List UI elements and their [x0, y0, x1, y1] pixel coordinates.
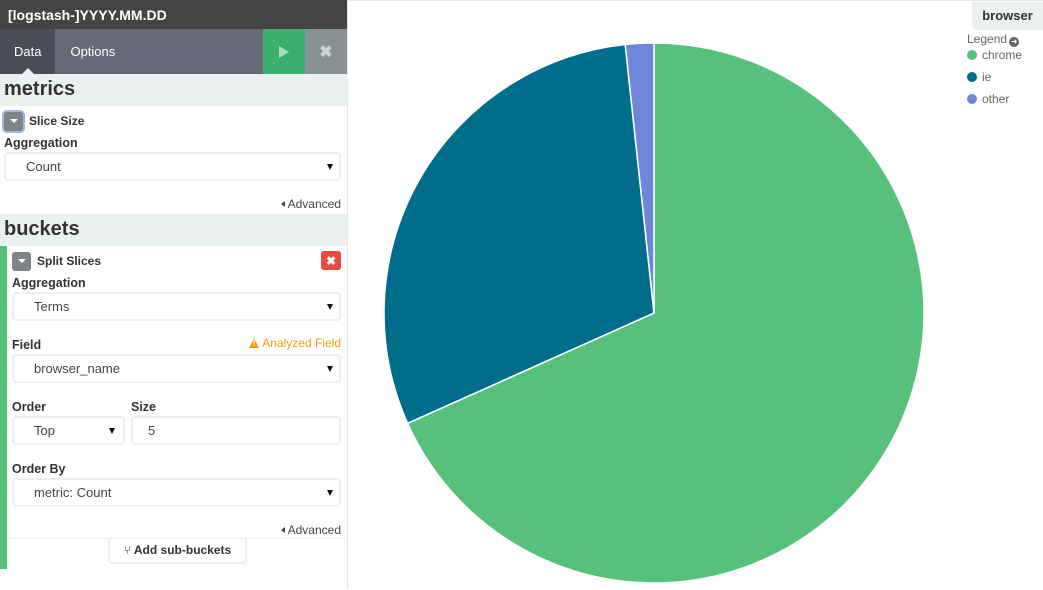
- bucket-advanced-label: Advanced: [287, 523, 341, 537]
- metric-aggregation-select[interactable]: Count: [4, 152, 341, 181]
- legend-dot-icon: [967, 72, 977, 82]
- legend-item-other[interactable]: other: [967, 91, 1022, 113]
- metric-advanced-label: Advanced: [287, 197, 341, 211]
- analyzed-field-warning: Analyzed Field: [249, 336, 341, 350]
- size-label: Size: [131, 400, 157, 414]
- bucket-advanced-toggle[interactable]: Advanced: [12, 521, 341, 539]
- field-value: browser_name: [34, 361, 120, 376]
- legend-title: Legend: [967, 32, 1008, 46]
- branch-icon: ⑂: [123, 543, 131, 557]
- bucket-aggregation-select[interactable]: Terms: [12, 292, 341, 321]
- bucket-aggregation-value: Terms: [34, 299, 70, 314]
- order-by-select[interactable]: metric: Count: [12, 478, 341, 507]
- legend-toggle[interactable]: Legend ➜: [967, 31, 1022, 47]
- editor-tabs: Data Options ✖: [0, 29, 347, 74]
- caret-left-icon: [280, 527, 285, 533]
- index-pattern-title: [logstash-]YYYY.MM.DD: [0, 0, 347, 29]
- metric-aggregation-value: Count: [26, 159, 61, 174]
- order-label: Order: [12, 400, 47, 414]
- dropdown-arrow-icon: [327, 304, 333, 310]
- play-icon: [279, 45, 289, 58]
- legend-label: other: [982, 92, 1010, 106]
- caret-left-icon: [280, 201, 285, 207]
- order-value: Top: [34, 423, 55, 438]
- tab-data[interactable]: Data: [0, 29, 56, 74]
- close-icon: ✖: [325, 253, 337, 268]
- metrics-heading: metrics: [0, 74, 347, 106]
- apply-changes-button[interactable]: [263, 29, 305, 74]
- add-sub-buckets-button[interactable]: ⑂ Add sub-buckets: [108, 539, 247, 564]
- bucket-agg-title: Split Slices: [37, 254, 102, 268]
- legend-dot-icon: [967, 94, 977, 104]
- toggle-metric-agg-button[interactable]: [4, 111, 23, 131]
- legend-dot-icon: [967, 50, 977, 60]
- vis-editor-sidebar: [logstash-]YYYY.MM.DD Data Options ✖ met…: [0, 0, 348, 589]
- bucket-agg-header: Split Slices: [12, 246, 341, 271]
- add-sub-buckets-label: Add sub-buckets: [133, 543, 232, 557]
- toggle-bucket-agg-button[interactable]: [12, 251, 31, 271]
- chart-area: browser Legend ➜ chrome ie other: [349, 0, 1043, 589]
- chart-title: browser: [972, 2, 1043, 30]
- field-select[interactable]: browser_name: [12, 354, 341, 383]
- legend-item-chrome[interactable]: chrome: [967, 47, 1022, 69]
- discard-changes-button[interactable]: ✖: [305, 29, 347, 74]
- order-by-label: Order By: [12, 462, 66, 476]
- metric-agg-title: Slice Size: [29, 114, 85, 128]
- caret-down-icon: [17, 259, 26, 263]
- analyzed-field-warning-text: Analyzed Field: [262, 336, 341, 350]
- close-icon: ✖: [319, 43, 333, 61]
- dropdown-arrow-icon: [109, 428, 115, 434]
- dropdown-arrow-icon: [327, 366, 333, 372]
- remove-bucket-agg-button[interactable]: ✖: [321, 251, 341, 270]
- caret-down-icon: [9, 119, 18, 123]
- buckets-heading: buckets: [0, 214, 347, 246]
- arrow-circle-right-icon: ➜: [1009, 37, 1020, 47]
- dropdown-arrow-icon: [327, 490, 333, 496]
- bucket-aggregation-label: Aggregation: [12, 276, 86, 290]
- order-select[interactable]: Top: [12, 416, 125, 445]
- legend-label: chrome: [982, 48, 1023, 62]
- bucket-agg-panel: Split Slices ✖ Aggregation Terms Field A…: [0, 246, 347, 569]
- metric-aggregation-label: Aggregation: [4, 136, 78, 150]
- warning-icon: [249, 338, 260, 348]
- metric-agg-header: Slice Size: [0, 106, 347, 131]
- metric-advanced-toggle[interactable]: Advanced: [4, 195, 341, 213]
- legend: Legend ➜ chrome ie other: [967, 31, 1022, 113]
- order-by-value: metric: Count: [34, 485, 112, 500]
- pie-chart: [383, 42, 925, 584]
- dropdown-arrow-icon: [327, 164, 333, 170]
- tab-options[interactable]: Options: [55, 29, 130, 74]
- size-input[interactable]: 5: [131, 416, 341, 445]
- legend-label: ie: [982, 70, 992, 84]
- legend-item-ie[interactable]: ie: [967, 69, 1022, 91]
